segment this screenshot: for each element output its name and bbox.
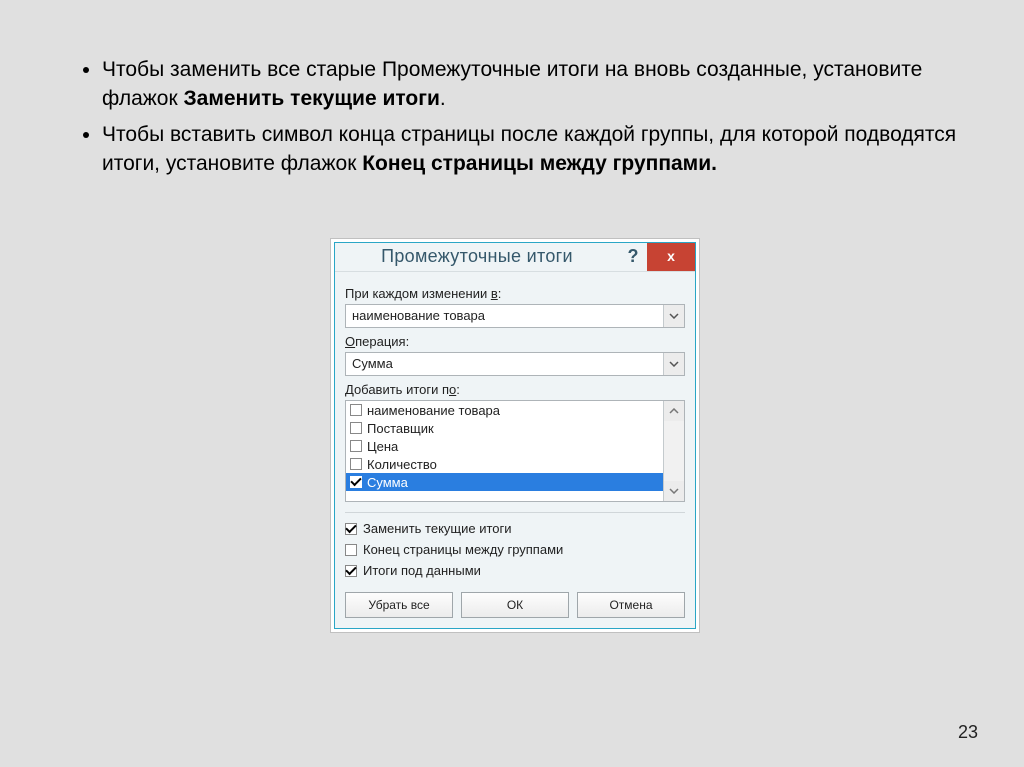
list-item[interactable]: Поставщик [346, 419, 663, 437]
page-number: 23 [958, 722, 978, 743]
option-label: Конец страницы между группами [363, 542, 563, 557]
checkbox-icon[interactable] [350, 476, 362, 488]
label-part: тоги под данными [372, 563, 481, 578]
dialog-body: При каждом изменении в: наименование тов… [335, 272, 695, 628]
separator [345, 512, 685, 513]
label-accel: в [491, 286, 498, 301]
label-part: При каждом изменении [345, 286, 491, 301]
below-data-option[interactable]: Итоги под данными [345, 563, 685, 578]
list-item-label: Поставщик [367, 421, 434, 436]
list-item-label: Сумма [367, 475, 408, 490]
dialog-title: Промежуточные итоги [335, 243, 619, 271]
remove-all-button[interactable]: Убрать все [345, 592, 453, 618]
bullet-item: Чтобы вставить символ конца страницы пос… [102, 120, 970, 179]
dialog-titlebar: Промежуточные итоги ? x [335, 243, 695, 272]
close-button[interactable]: x [647, 243, 695, 271]
cancel-button[interactable]: Отмена [577, 592, 685, 618]
scroll-track[interactable] [664, 421, 684, 481]
subtotals-dialog: Промежуточные итоги ? x При каждом измен… [334, 242, 696, 629]
bullet-item: Чтобы заменить все старые Промежуточные … [102, 55, 970, 114]
checkbox-icon[interactable] [345, 565, 357, 577]
add-totals-listbox[interactable]: наименование товара Поставщик Цена [345, 400, 685, 502]
ok-button[interactable]: ОК [461, 592, 569, 618]
checkbox-icon[interactable] [345, 544, 357, 556]
label-part: : [456, 382, 460, 397]
operation-value: Сумма [346, 353, 663, 375]
change-in-label: При каждом изменении в: [345, 286, 685, 301]
list-item[interactable]: наименование товара [346, 401, 663, 419]
checkbox-icon[interactable] [350, 422, 362, 434]
checkbox-icon[interactable] [350, 458, 362, 470]
bullet-list: Чтобы заменить все старые Промежуточные … [66, 55, 970, 185]
chevron-down-icon[interactable] [663, 353, 684, 375]
list-item-label: Количество [367, 457, 437, 472]
option-label: Заменить текущие итоги [363, 521, 512, 536]
listbox-items: наименование товара Поставщик Цена [346, 401, 663, 501]
list-item[interactable]: Цена [346, 437, 663, 455]
label-part: аменить текущие итоги [371, 521, 512, 536]
chevron-down-icon[interactable] [663, 305, 684, 327]
pagebreak-option[interactable]: Конец страницы между группами [345, 542, 685, 557]
scroll-down-icon[interactable] [664, 481, 684, 501]
change-in-dropdown[interactable]: наименование товара [345, 304, 685, 328]
bullet-text-bold: Заменить текущие итоги [184, 87, 440, 110]
replace-option[interactable]: Заменить текущие итоги [345, 521, 685, 536]
checkbox-icon[interactable] [350, 404, 362, 416]
change-in-value: наименование товара [346, 305, 663, 327]
label-accel: И [363, 563, 372, 578]
bullet-text-post: . [440, 87, 446, 110]
operation-label: Операция: [345, 334, 685, 349]
list-item-selected[interactable]: Сумма [346, 473, 663, 491]
label-accel: К [363, 542, 371, 557]
list-item-label: Цена [367, 439, 398, 454]
list-item-label: наименование товара [367, 403, 500, 418]
help-button[interactable]: ? [619, 243, 647, 271]
label-part: : [498, 286, 502, 301]
label-part: онец страницы между группами [371, 542, 564, 557]
bullet-text-bold: Конец страницы между группами. [362, 152, 717, 175]
checkbox-icon[interactable] [350, 440, 362, 452]
option-label: Итоги под данными [363, 563, 481, 578]
scrollbar[interactable] [663, 401, 684, 501]
add-totals-label: Добавить итоги по: [345, 382, 685, 397]
operation-dropdown[interactable]: Сумма [345, 352, 685, 376]
label-part: перация: [355, 334, 409, 349]
list-item[interactable]: Количество [346, 455, 663, 473]
checkbox-icon[interactable] [345, 523, 357, 535]
scroll-up-icon[interactable] [664, 401, 684, 421]
label-accel: З [363, 521, 371, 536]
label-accel: О [345, 334, 355, 349]
button-row: Убрать все ОК Отмена [345, 592, 685, 618]
label-part: Добавить итоги п [345, 382, 449, 397]
dialog-screenshot: Промежуточные итоги ? x При каждом измен… [330, 238, 700, 633]
